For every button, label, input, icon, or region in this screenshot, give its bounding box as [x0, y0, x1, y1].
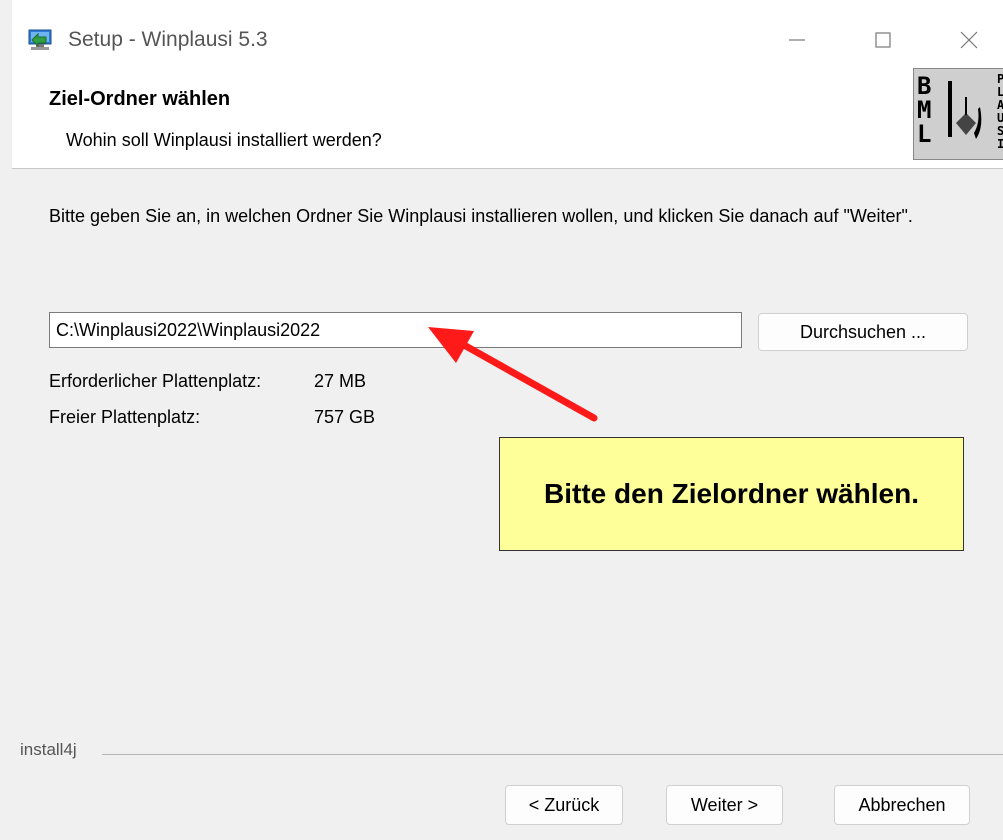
page-title: Ziel-Ordner wählen — [49, 88, 231, 110]
logo-letter-l: L — [917, 120, 932, 148]
logo-letter-b: B — [917, 72, 932, 100]
winplausi-logo: B M L P L A U S I — [913, 68, 1003, 160]
close-button[interactable] — [946, 18, 992, 62]
wizard-header: Ziel-Ordner wählen Wohin soll Winplausi … — [12, 68, 1003, 169]
window-title: Setup - Winplausi 5.3 — [68, 28, 268, 51]
browse-button[interactable]: Durchsuchen ... — [758, 313, 968, 351]
installer-computer-icon — [28, 29, 52, 50]
logo-pen-icon — [948, 81, 982, 139]
free-space-value: 757 GB — [314, 407, 376, 427]
next-button[interactable]: Weiter > — [666, 785, 783, 825]
minimize-button[interactable] — [774, 18, 820, 62]
title-bar: Setup - Winplausi 5.3 — [12, 0, 1003, 80]
footer-divider — [102, 754, 1003, 755]
annotation-arrow-icon — [428, 327, 598, 422]
page-subtitle: Wohin soll Winplausi installiert werden? — [66, 130, 382, 150]
annotation-callout: Bitte den Zielordner wählen. — [499, 437, 964, 551]
required-space-value: 27 MB — [314, 371, 367, 391]
free-space-label: Freier Plattenplatz: — [49, 407, 201, 427]
install4j-brand: install4j — [20, 740, 77, 759]
setup-window: Setup - Winplausi 5.3 Ziel-Ordner wählen… — [12, 0, 1003, 840]
destination-path-input[interactable] — [49, 312, 742, 348]
minimize-icon — [789, 39, 805, 41]
close-icon — [960, 31, 978, 49]
logo-letter-i: I — [997, 138, 1003, 151]
maximize-button[interactable] — [860, 18, 906, 62]
required-space-label: Erforderlicher Plattenplatz: — [49, 371, 262, 391]
back-button[interactable]: < Zurück — [505, 785, 623, 825]
maximize-icon — [875, 32, 891, 48]
logo-letter-m: M — [917, 96, 932, 124]
cancel-button[interactable]: Abbrechen — [834, 785, 970, 825]
intro-text: Bitte geben Sie an, in welchen Ordner Si… — [49, 206, 913, 226]
